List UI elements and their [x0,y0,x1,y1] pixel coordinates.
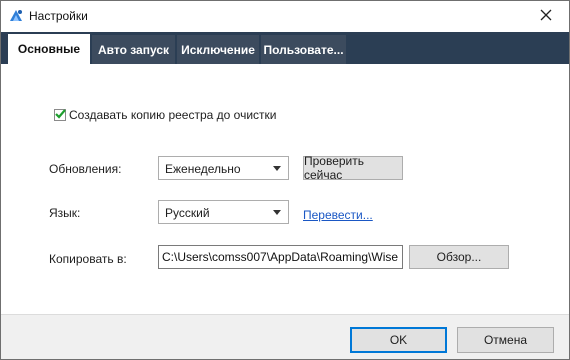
backup-registry-checkbox[interactable] [54,109,66,121]
tab-exclusions[interactable]: Исключение [177,35,259,64]
language-value: Русский [165,206,210,220]
tab-bar: Основные Авто запуск Исключение Пользова… [1,32,569,64]
backup-path-field[interactable]: C:\Users\comss007\AppData\Roaming\Wise R… [158,245,403,269]
wise-app-icon [8,8,24,24]
close-button[interactable] [523,1,569,32]
language-select[interactable]: Русский [158,200,289,224]
language-label: Язык: [49,206,81,220]
ok-button[interactable]: OK [350,327,447,353]
close-icon [540,9,552,24]
copy-to-label: Копировать в: [49,252,127,266]
dialog-footer: OK Отмена [1,314,569,359]
window-title: Настройки [29,9,88,23]
backup-registry-label: Создавать копию реестра до очистки [69,108,277,122]
cancel-button[interactable]: Отмена [457,327,554,353]
general-settings-panel: Создавать копию реестра до очистки Обнов… [1,64,569,314]
tab-general[interactable]: Основные [8,34,90,64]
updates-frequency-value: Еженедельно [165,162,241,176]
chevron-down-icon [273,210,281,215]
translate-link[interactable]: Перевести... [303,208,373,222]
settings-window: Настройки Основные Авто запуск Исключени… [0,0,570,360]
checkmark-icon [55,109,66,119]
chevron-down-icon [273,166,281,171]
browse-button[interactable]: Обзор... [409,245,509,269]
tab-custom[interactable]: Пользовате... [261,35,346,64]
updates-frequency-select[interactable]: Еженедельно [158,156,289,180]
title-bar: Настройки [1,1,569,32]
check-now-button[interactable]: Проверить сейчас [303,154,403,182]
updates-label: Обновления: [49,162,122,176]
tab-autostart[interactable]: Авто запуск [92,35,175,64]
